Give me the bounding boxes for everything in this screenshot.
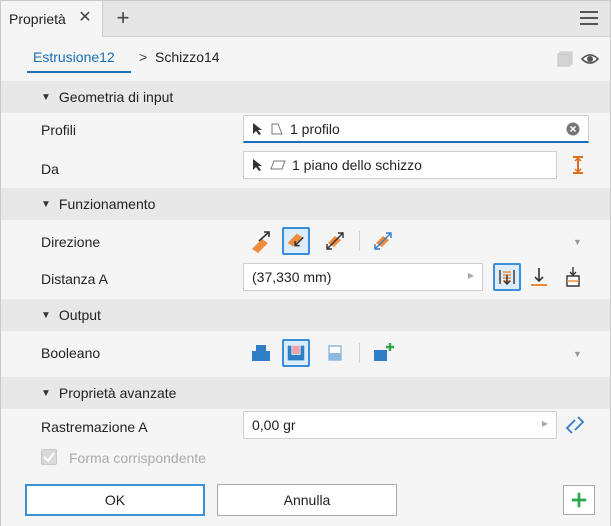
section-operation[interactable]: ▼ Funzionamento: [1, 188, 610, 220]
plus-icon[interactable]: +: [113, 7, 133, 29]
collapse-triangle-icon: ▼: [41, 198, 51, 210]
check-icon: [43, 452, 55, 463]
section-title: Funzionamento: [58, 196, 156, 212]
breadcrumb-extrusion[interactable]: Estrusione12: [33, 49, 115, 65]
square-icon[interactable]: [557, 51, 573, 67]
section-title: Geometria di input: [58, 89, 174, 105]
tab-properties[interactable]: Proprietà ✕: [1, 1, 103, 37]
chevron-down-icon[interactable]: ▼: [573, 349, 582, 359]
cursor-arrow-icon: [253, 122, 262, 135]
distance-value: (37,330 mm): [252, 269, 332, 285]
direction-label: Direzione: [41, 234, 101, 250]
distance-field[interactable]: (37,330 mm) ▶: [243, 263, 483, 291]
match-shape-checkbox[interactable]: [41, 449, 57, 465]
new-solid-icon[interactable]: [371, 341, 395, 365]
distance-extent-icon: [499, 270, 515, 285]
separator: [359, 343, 360, 363]
eye-icon[interactable]: [581, 51, 599, 67]
profiles-label: Profili: [41, 122, 77, 138]
hamburger-menu-icon[interactable]: [580, 11, 598, 25]
collapse-triangle-icon: ▼: [41, 309, 51, 321]
between-extent-icon[interactable]: [561, 265, 585, 289]
join-icon[interactable]: [249, 341, 273, 365]
taper-field[interactable]: 0,00 gr ▶: [243, 411, 557, 439]
properties-panel: Proprietà ✕ + Estrusione12 > Schizzo14 ▼…: [0, 0, 611, 526]
section-title: Proprietà avanzate: [58, 385, 177, 401]
profiles-value: 1 profilo: [290, 120, 340, 137]
ok-button[interactable]: OK: [25, 484, 205, 516]
direction-default-icon[interactable]: [249, 229, 273, 253]
section-title: Output: [58, 307, 101, 323]
plane-icon: [270, 160, 286, 170]
cut-button[interactable]: [282, 339, 310, 367]
breadcrumb-underline: [27, 71, 131, 73]
add-button[interactable]: [563, 485, 595, 515]
dropdown-arrow-icon[interactable]: ▶: [468, 271, 474, 280]
section-output[interactable]: ▼ Output: [1, 299, 610, 331]
breadcrumb-separator: >: [139, 49, 148, 65]
from-label: Da: [41, 161, 59, 177]
from-value: 1 piano dello schizzo: [292, 157, 422, 173]
distance-extent-button[interactable]: [493, 263, 521, 291]
profile-icon: [271, 123, 283, 134]
clear-icon[interactable]: [566, 122, 580, 136]
chevron-down-icon[interactable]: ▼: [573, 237, 582, 247]
tab-label: Proprietà: [9, 11, 66, 27]
title-bar: Proprietà ✕ +: [1, 1, 610, 37]
collapse-triangle-icon: ▼: [41, 91, 51, 103]
close-icon[interactable]: ✕: [77, 10, 93, 26]
direction-flipped-icon: [287, 233, 304, 247]
dropdown-arrow-icon[interactable]: ▶: [542, 419, 548, 428]
taper-value: 0,00 gr: [252, 417, 296, 433]
cursor-arrow-icon: [253, 159, 262, 171]
profiles-field[interactable]: 1 profilo: [243, 115, 589, 143]
from-field[interactable]: 1 piano dello schizzo: [243, 151, 557, 179]
separator: [359, 231, 360, 251]
match-shape-label: Forma corrispondente: [69, 450, 206, 466]
taper-label: Rastremazione A: [41, 419, 148, 435]
collapse-triangle-icon: ▼: [41, 387, 51, 399]
footer: OK Annulla: [1, 476, 610, 526]
intersect-icon[interactable]: [323, 341, 347, 365]
add-icon: [571, 492, 587, 508]
direction-flipped-button[interactable]: [282, 227, 310, 255]
flip-icon[interactable]: [566, 153, 590, 177]
taper-flip-icon[interactable]: [563, 413, 587, 437]
breadcrumb-sketch[interactable]: Schizzo14: [155, 49, 220, 65]
cut-icon: [287, 345, 305, 361]
cancel-button[interactable]: Annulla: [217, 484, 397, 516]
breadcrumb: Estrusione12 > Schizzo14: [1, 37, 610, 81]
direction-asymmetric-icon[interactable]: [371, 229, 395, 253]
direction-symmetric-icon[interactable]: [323, 229, 347, 253]
boolean-label: Booleano: [41, 345, 101, 361]
to-extent-icon[interactable]: [527, 265, 551, 289]
section-input-geometry[interactable]: ▼ Geometria di input: [1, 81, 610, 113]
distance-label: Distanza A: [41, 271, 108, 287]
section-advanced[interactable]: ▼ Proprietà avanzate: [1, 377, 610, 409]
